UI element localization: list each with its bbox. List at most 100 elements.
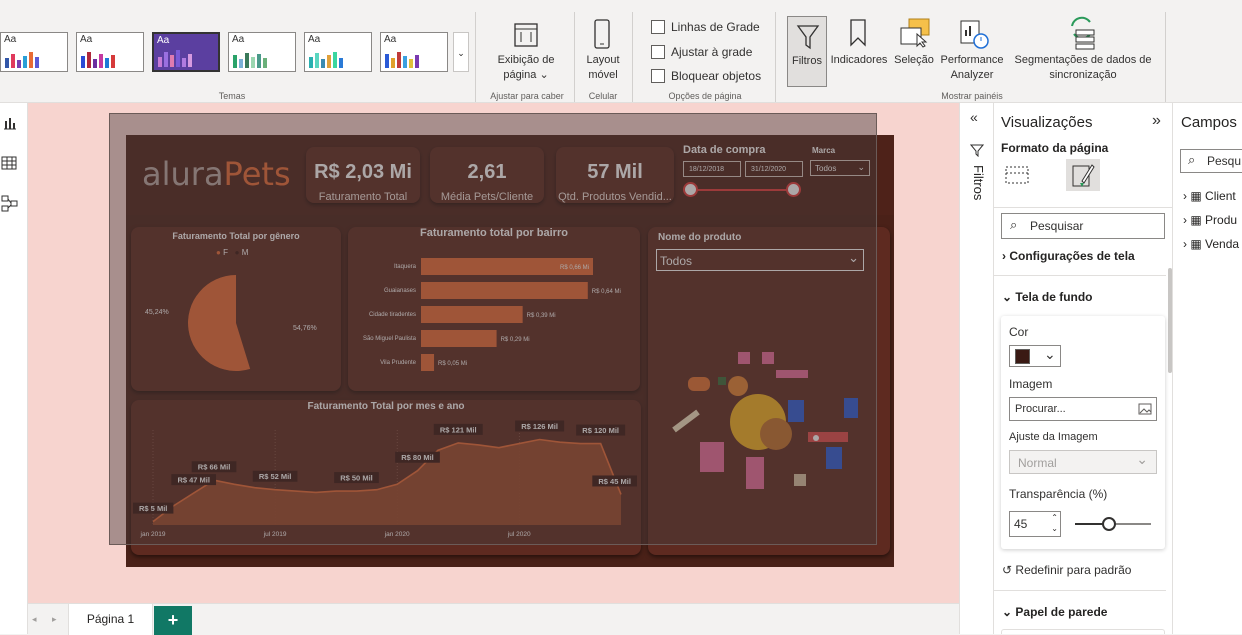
image-browse-input[interactable]: Procurar... — [1009, 397, 1157, 421]
chevron-left-icon[interactable]: ◂ — [32, 614, 37, 625]
add-page-button[interactable]: + — [154, 606, 192, 635]
selection-pane-button[interactable]: Seleção — [892, 53, 936, 68]
search-placeholder: Pesqu — [1207, 154, 1242, 168]
format-subtitle: Formato da página — [1001, 141, 1109, 155]
search-placeholder: Pesquisar — [1030, 219, 1084, 233]
theme-label: Aa — [80, 34, 93, 45]
section-canvas-settings[interactable]: › Configurações de tela — [1002, 249, 1135, 263]
transparency-input[interactable]: 45 ⌃ ⌄ — [1009, 511, 1061, 537]
canvas-background-overlay — [109, 113, 877, 545]
phone-icon — [592, 18, 612, 50]
image-label: Imagem — [1009, 377, 1053, 391]
theme-label: Aa — [4, 34, 17, 45]
theme-label: Aa — [384, 34, 397, 45]
page-view-label: Exibição de — [497, 54, 555, 66]
image-fit-value: Normal — [1018, 456, 1057, 470]
table-icon: ▦ — [1190, 237, 1202, 251]
fields-search-input[interactable]: ⌕ Pesqu — [1180, 149, 1242, 173]
chevron-down-icon: ⌄ — [1044, 346, 1056, 362]
chevron-down-icon: ⌄ — [1002, 290, 1013, 304]
chevron-right-icon: › — [1183, 189, 1187, 203]
section-canvas-background[interactable]: ⌄ Tela de fundo — [1002, 290, 1093, 304]
group-label-show-panes: Mostrar painéis — [941, 91, 1003, 101]
chevron-down-icon: ⌄ — [1002, 605, 1013, 619]
divider — [1165, 12, 1166, 102]
section-label: Configurações de tela — [1009, 249, 1135, 263]
image-icon — [1138, 403, 1152, 415]
table-view-icon[interactable] — [1, 155, 17, 171]
plus-icon: + — [167, 610, 179, 630]
transparency-value: 45 — [1014, 517, 1028, 531]
field-table-item[interactable]: › ▦ Client — [1183, 189, 1236, 203]
chevron-right-icon: › — [1183, 237, 1187, 251]
field-table-item[interactable]: › ▦ Produ — [1183, 213, 1237, 227]
mobile-layout-label-2: móvel — [588, 69, 618, 81]
mobile-layout-button[interactable]: Layout móvel — [580, 53, 626, 83]
theme-swatch[interactable]: Aa — [228, 32, 296, 72]
reset-icon: ↺ — [1002, 563, 1013, 577]
spinner-icon[interactable]: ⌃ ⌄ — [1051, 512, 1058, 534]
viz-search-input[interactable]: ⌕ Pesquisar — [1001, 213, 1165, 239]
filters-pane-button[interactable]: Filtros — [787, 16, 827, 87]
checkbox-gridlines[interactable]: Linhas de Grade — [651, 20, 760, 34]
theme-swatch[interactable]: Aa — [304, 32, 372, 72]
field-table-item[interactable]: › ▦ Venda — [1183, 237, 1239, 251]
sync-slicers-label: Segmentações de dados de — [1014, 54, 1152, 66]
theme-swatch[interactable]: Aa — [380, 32, 448, 72]
filter-icon — [970, 144, 984, 157]
reset-to-default-button[interactable]: ↺ Redefinir para padrão — [1002, 563, 1131, 577]
group-label-fit: Ajustar para caber — [490, 91, 564, 101]
sync-slicers-label-2: sincronização — [1049, 69, 1117, 81]
search-icon: ⌕ — [1010, 217, 1018, 232]
paintbrush-icon — [1072, 164, 1095, 187]
divider — [994, 207, 1173, 208]
bookmarks-pane-button[interactable]: Indicadores — [828, 53, 890, 68]
theme-swatch-selected[interactable]: Aa — [152, 32, 220, 72]
theme-label: Aa — [232, 34, 245, 45]
performance-analyzer-label: Performance — [940, 54, 1004, 66]
model-view-icon[interactable] — [1, 195, 19, 213]
expand-icon[interactable]: « — [970, 109, 978, 125]
color-picker[interactable]: ⌄ — [1009, 345, 1061, 367]
checkbox-label: Ajustar à grade — [671, 45, 753, 59]
build-visual-icon[interactable] — [1004, 163, 1030, 187]
table-icon: ▦ — [1190, 213, 1202, 227]
performance-analyzer-icon — [960, 20, 989, 49]
theme-label: Aa — [308, 34, 321, 45]
performance-analyzer-label-2: Analyzer — [950, 69, 994, 81]
theme-label: Aa — [157, 35, 170, 46]
fields-pane: Campos ⌕ Pesqu › ▦ Client › ▦ Produ › ▦ … — [1172, 103, 1242, 634]
checkbox-label: Bloquear objetos — [671, 69, 762, 83]
table-name: Venda — [1205, 237, 1240, 251]
checkbox-snap-to-grid[interactable]: Ajustar à grade — [651, 45, 752, 59]
checkbox-label: Linhas de Grade — [671, 20, 760, 34]
view-switcher — [0, 103, 28, 634]
transparency-slider-thumb[interactable] — [1102, 517, 1117, 531]
checkbox-lock-objects[interactable]: Bloquear objetos — [651, 69, 761, 83]
report-view-icon[interactable] — [2, 115, 18, 131]
filters-pane-collapsed[interactable]: « Filtros — [959, 103, 993, 634]
chevron-right-icon: › — [1183, 213, 1187, 227]
transparency-label: Transparência (%) — [1009, 487, 1108, 501]
tab-page-1[interactable]: Página 1 — [68, 604, 153, 635]
page-view-button[interactable]: Exibição de página ⌄ — [486, 53, 566, 83]
checkbox-box — [651, 69, 665, 83]
chevron-right-icon[interactable]: ▸ — [52, 614, 57, 625]
collapse-icon[interactable]: » — [1152, 112, 1161, 130]
filter-icon — [796, 25, 820, 50]
performance-analyzer-button[interactable]: Performance Analyzer — [936, 53, 1008, 83]
table-name: Client — [1205, 189, 1236, 203]
divider — [994, 275, 1166, 276]
chevron-down-icon: ⌄ — [1136, 451, 1148, 467]
pane-title: Campos — [1181, 114, 1237, 131]
sync-slicers-button[interactable]: Segmentações de dados de sincronização — [1008, 53, 1158, 83]
theme-swatch[interactable]: Aa — [0, 32, 68, 72]
section-wallpaper[interactable]: ⌄ Papel de parede — [1002, 605, 1107, 619]
theme-swatch[interactable]: Aa — [76, 32, 144, 72]
divider — [994, 590, 1166, 591]
image-fit-dropdown[interactable]: Normal ⌄ — [1009, 450, 1157, 474]
divider — [574, 12, 575, 102]
themes-more-button[interactable]: ⌄ — [453, 32, 469, 72]
format-page-tab[interactable] — [1066, 159, 1100, 191]
page-tab-bar: ◂ ▸ Página 1 + — [28, 603, 959, 635]
